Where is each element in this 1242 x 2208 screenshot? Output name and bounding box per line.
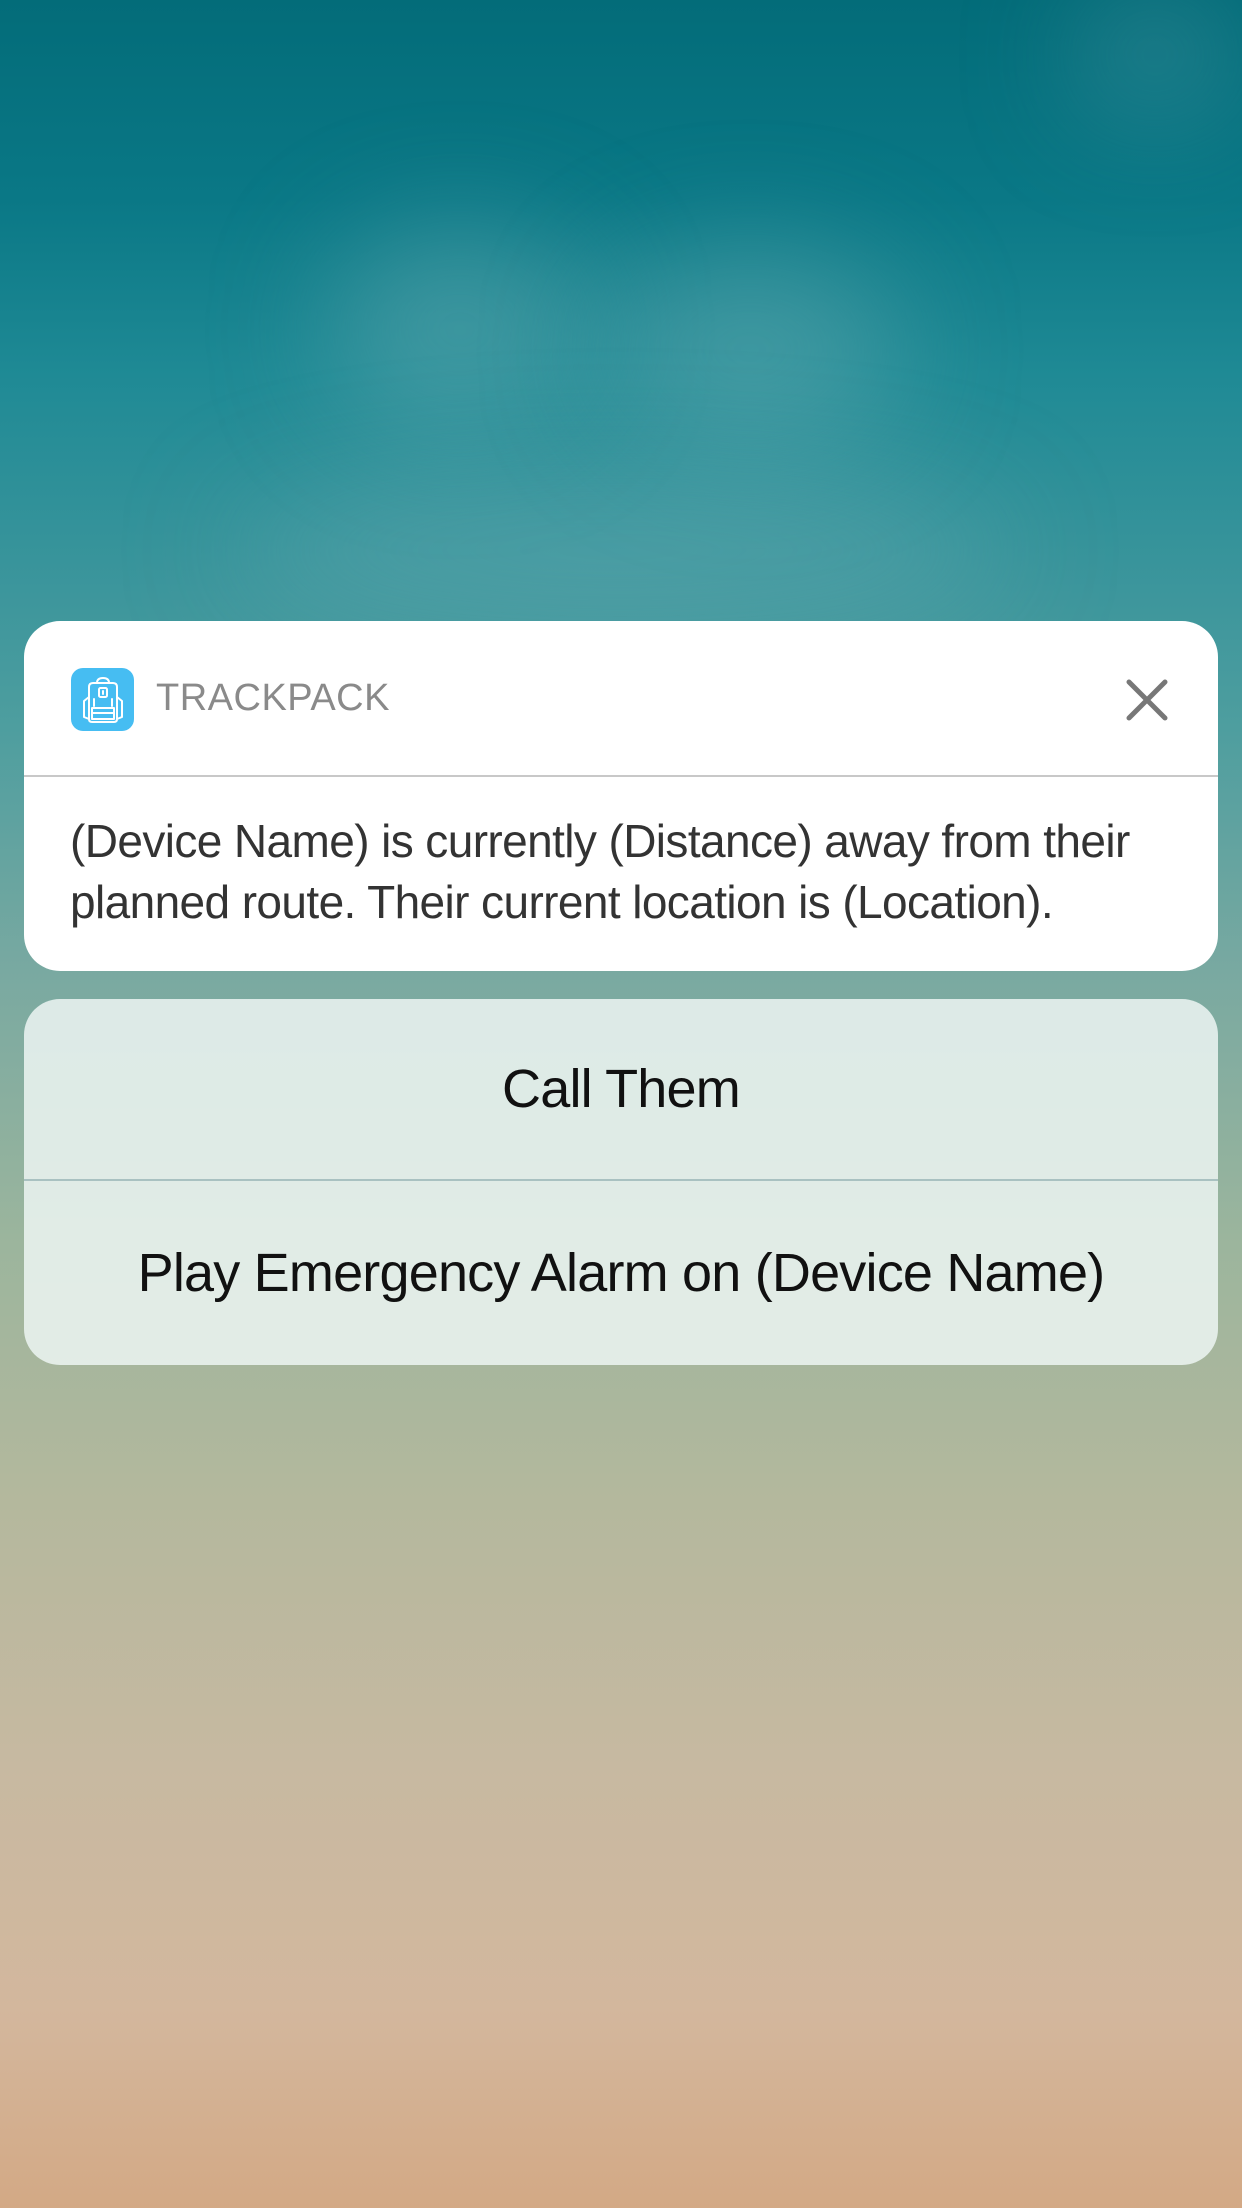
notification-actions: Call Them Play Emergency Alarm on (Devic… — [24, 999, 1218, 1365]
backpack-icon-glyph — [82, 676, 123, 723]
close-icon — [1126, 679, 1168, 721]
play-emergency-alarm-button[interactable]: Play Emergency Alarm on (Device Name) — [24, 1181, 1218, 1365]
wallpaper-blur-4 — [1080, 0, 1230, 110]
wallpaper-blur-3 — [230, 480, 1010, 620]
wallpaper-blur-1 — [330, 230, 590, 430]
app-name: TRACKPACK — [156, 677, 390, 719]
notification-card[interactable]: TRACKPACK (Device Name) is currently (Di… — [24, 621, 1218, 971]
backpack-icon — [71, 668, 134, 731]
notification-message: (Device Name) is currently (Distance) aw… — [70, 815, 1130, 928]
close-button[interactable] — [1123, 676, 1171, 724]
notification-header: TRACKPACK — [24, 621, 1218, 777]
wallpaper-blur-2 — [600, 250, 900, 450]
call-them-button[interactable]: Call Them — [24, 999, 1218, 1181]
